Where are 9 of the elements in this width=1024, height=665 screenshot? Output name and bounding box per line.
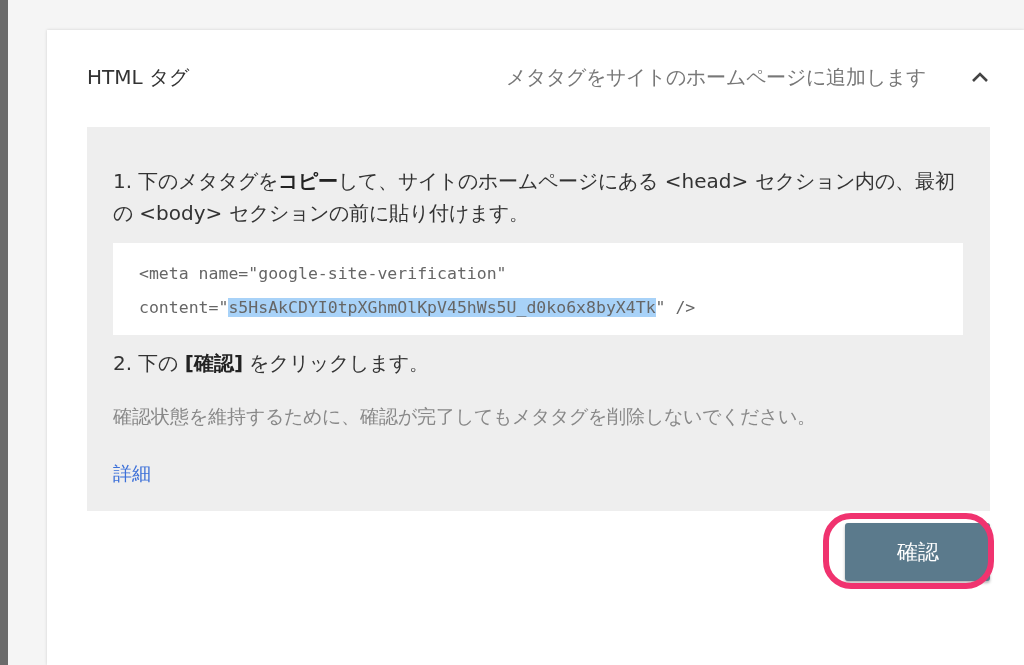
section-title: HTML タグ	[87, 63, 189, 91]
instruction-text: 1. 下のメタタグをコピーして、サイトのホームページにある <head> セクション内の、最初の <body> セクションの前に貼り付けます。	[113, 168, 956, 227]
meta-tag-code: <meta name="google-site-verification" content="s5HsAkCDYI0tpXGhmOlKpV45hWs5U_d0ko6x8byX4Tk" />	[113, 243, 963, 335]
note-text: 確認状態を維持するために、確認が完了してもメタタグを削除しないでください。	[113, 404, 817, 429]
verify-button[interactable]: 確認	[845, 523, 990, 581]
chevron-up-icon[interactable]	[970, 70, 990, 84]
section-subtitle: メタタグをサイトのホームページに追加します	[506, 63, 926, 91]
instruction-text: 2. 下の [確認] をクリックします。	[113, 350, 431, 377]
details-link[interactable]: 詳細	[113, 461, 151, 487]
